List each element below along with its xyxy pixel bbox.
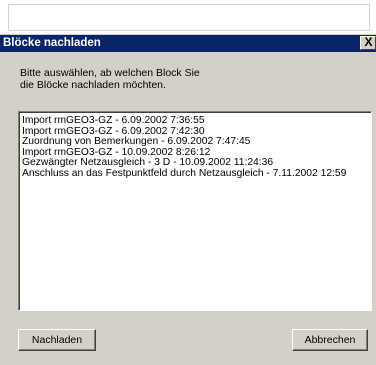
prompt-line: Bitte auswählen, ab welchen Block Sie xyxy=(20,67,200,79)
cancel-button[interactable]: Abbrechen xyxy=(292,329,368,351)
dialog-titlebar[interactable]: Blöcke nachladen X xyxy=(0,35,376,52)
close-icon: X xyxy=(364,35,373,49)
list-item[interactable]: Zuordnung von Bemerkungen - 6.09.2002 7:… xyxy=(19,136,371,148)
list-item[interactable]: Import rmGEO3-GZ - 6.09.2002 7:36:55 xyxy=(19,115,371,127)
dialog-prompt: Bitte auswählen, ab welchen Block Sie di… xyxy=(20,67,300,91)
block-listbox[interactable]: Import rmGEO3-GZ - 6.09.2002 7:36:55 Imp… xyxy=(18,111,372,311)
dialog-title: Blöcke nachladen xyxy=(3,37,101,49)
background-input-field xyxy=(8,4,370,31)
list-item[interactable]: Gezwängter Netzausgleich - 3 D - 10.09.2… xyxy=(19,157,371,169)
reload-blocks-dialog: Blöcke nachladen X Bitte auswählen, ab w… xyxy=(0,34,376,365)
prompt-line: die Blöcke nachladen möchten. xyxy=(20,79,166,91)
reload-button[interactable]: Nachladen xyxy=(18,329,96,351)
list-item[interactable]: Anschluss an das Festpunktfeld durch Net… xyxy=(19,168,371,180)
close-button[interactable]: X xyxy=(360,35,376,50)
